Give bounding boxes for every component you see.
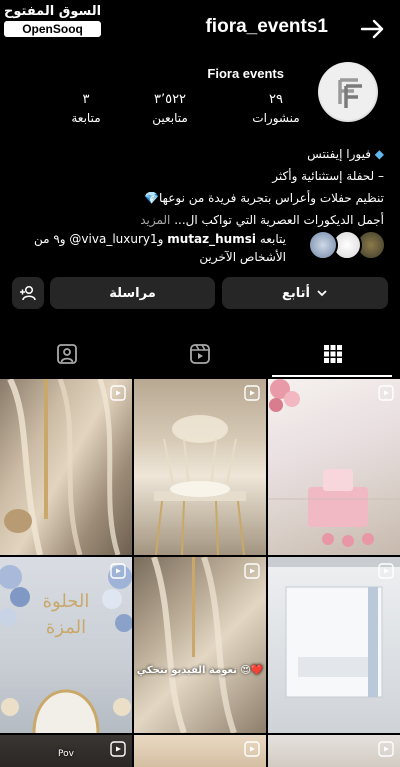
- active-tab-indicator: [272, 375, 392, 377]
- following-label: متابعة: [71, 111, 101, 125]
- post-thumbnail[interactable]: Pov: [0, 735, 132, 767]
- reels-icon: [378, 741, 394, 757]
- followed-by[interactable]: يتابعه mutaz_humsi وviva_luxury1@ و٩ من …: [14, 230, 386, 266]
- watermark-brand: OpenSooq: [4, 21, 102, 37]
- post-thumbnail[interactable]: نعومة الفيديو بتحكي 😍❤️: [134, 557, 266, 733]
- reels-icon: [244, 385, 260, 401]
- reels-icon: [110, 385, 126, 401]
- tab-tagged[interactable]: [0, 330, 133, 378]
- opensooq-watermark: السوق المفتوح OpenSooq: [4, 4, 102, 37]
- post-thumbnail[interactable]: [268, 379, 400, 555]
- reels-icon: [189, 344, 210, 364]
- tagged-icon: [56, 344, 77, 364]
- follow-button-label: أتابع: [282, 285, 310, 301]
- svg-text:المزة: المزة: [46, 617, 86, 638]
- post-image: [151, 557, 237, 733]
- reels-icon: [244, 741, 260, 757]
- bio-line-2: – لحفلة إستثنائية وأكثر: [272, 169, 384, 183]
- grid-icon: [323, 345, 342, 363]
- post-image: [4, 379, 121, 555]
- post-thumbnail[interactable]: الحلوة المزة: [0, 557, 132, 733]
- post-thumbnail[interactable]: [134, 379, 266, 555]
- reels-icon: [378, 385, 394, 401]
- reels-icon: [110, 741, 126, 757]
- followers-count: ٣٬٥٢٢: [153, 92, 187, 107]
- arrow-right-icon[interactable]: [358, 15, 386, 43]
- reels-icon: [110, 563, 126, 579]
- reels-icon: [378, 563, 394, 579]
- post-image: [154, 415, 246, 555]
- display-name: Fiora events: [207, 66, 284, 81]
- fiora-logo-icon: [320, 64, 376, 120]
- tab-grid[interactable]: [266, 330, 399, 378]
- post-image: [268, 379, 400, 547]
- post-thumbnail[interactable]: [134, 735, 266, 767]
- avatar: [308, 230, 338, 260]
- profile-tabs: [0, 330, 400, 378]
- post-caption: نعومة الفيديو بتحكي 😍❤️: [136, 665, 264, 676]
- avatar[interactable]: [318, 62, 378, 122]
- svg-text:الحلوة: الحلوة: [43, 591, 90, 612]
- bio-line-1: ◆ فيورا إيفنتس: [307, 147, 384, 161]
- bio-line-4: أجمل الديكورات العصرية التي تواكب ال... …: [140, 213, 384, 227]
- following-stat[interactable]: ٣ متابعة: [46, 92, 126, 125]
- posts-count: ٢٩: [269, 92, 283, 107]
- chevron-down-icon: [317, 290, 327, 297]
- reels-icon: [244, 563, 260, 579]
- post-image: الحلوة المزة: [0, 565, 132, 733]
- post-image: [268, 557, 400, 698]
- add-person-button[interactable]: [12, 277, 44, 309]
- bio-line-3: تنظيم حفلات وأعراس بتجربة فريدة من نوعها…: [144, 191, 384, 205]
- profile-username: fiora_events1: [205, 16, 328, 37]
- blue-diamond-icon: ◆: [374, 147, 384, 161]
- followers-label: متابعين: [152, 111, 188, 125]
- followers-stat[interactable]: ٣٬٥٢٢ متابعين: [130, 92, 210, 125]
- message-button[interactable]: مراسلة: [50, 277, 215, 309]
- tab-reels[interactable]: [133, 330, 266, 378]
- posts-label: منشورات: [252, 111, 300, 125]
- message-button-label: مراسلة: [109, 285, 156, 301]
- post-thumbnail[interactable]: [268, 557, 400, 733]
- following-count: ٣: [82, 92, 90, 107]
- gem-icon: 💎: [144, 191, 160, 205]
- watermark-arabic: السوق المفتوح: [4, 4, 102, 19]
- profile-bio: ◆ فيورا إيفنتس – لحفلة إستثنائية وأكثر ت…: [14, 143, 384, 231]
- bio-more-link[interactable]: المزيد: [140, 213, 170, 227]
- followed-by-text: يتابعه mutaz_humsi وviva_luxury1@ و٩ من …: [33, 232, 286, 264]
- posts-stat[interactable]: ٢٩ منشورات: [236, 92, 316, 125]
- post-thumbnail[interactable]: [0, 379, 132, 555]
- follow-button[interactable]: أتابع: [222, 277, 388, 309]
- post-thumbnail[interactable]: [268, 735, 400, 767]
- add-person-icon: [20, 285, 36, 301]
